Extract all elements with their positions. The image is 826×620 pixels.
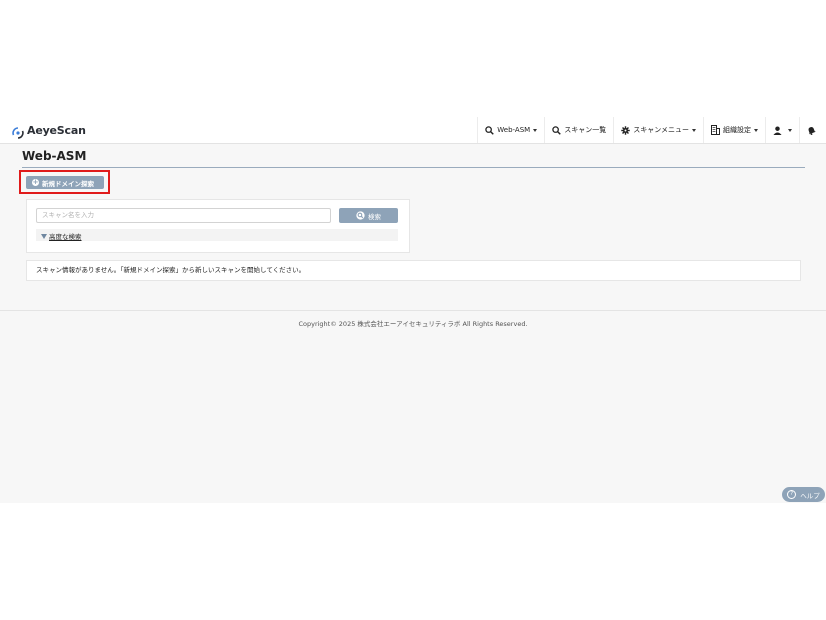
app-window: AeyeScan Web-ASM スキャン一覧 スキャンメニュー 組織設定 We… <box>0 117 826 503</box>
gear-icon <box>621 125 630 135</box>
footer-divider <box>0 310 826 311</box>
nav-item-org-settings[interactable]: 組織設定 <box>703 117 765 143</box>
highlight-box: + 新規ドメイン探索 <box>19 170 110 194</box>
top-navbar: AeyeScan Web-ASM スキャン一覧 スキャンメニュー 組織設定 <box>0 117 826 144</box>
chevron-down-icon <box>692 128 696 132</box>
logo-icon <box>12 124 24 139</box>
triangle-down-icon <box>41 233 47 239</box>
nav-item-scan-list[interactable]: スキャン一覧 <box>544 117 613 143</box>
advanced-search-label: 高度な検索 <box>49 233 82 241</box>
help-label: ヘルプ <box>800 491 820 500</box>
empty-state-message: スキャン情報がありません。「新規ドメイン探索」から新しいスキャンを開始してくださ… <box>26 260 801 281</box>
search-icon <box>356 211 365 220</box>
nav-item-user-menu[interactable] <box>765 117 799 143</box>
nav-item-label: Web-ASM <box>497 126 531 134</box>
title-divider <box>22 167 805 168</box>
brand-logo[interactable]: AeyeScan <box>12 123 86 139</box>
nav-item-label: スキャンメニュー <box>633 126 689 134</box>
nav-item-scan-menu[interactable]: スキャンメニュー <box>613 117 703 143</box>
plus-circle-icon: + <box>32 178 39 186</box>
nav-item-notifications[interactable] <box>799 117 826 143</box>
page-title: Web-ASM <box>22 149 87 163</box>
new-domain-search-label: 新規ドメイン探索 <box>42 179 94 188</box>
search-button-label: 検索 <box>368 212 381 221</box>
search-icon <box>485 125 495 135</box>
bell-icon <box>808 126 816 135</box>
advanced-search-toggle[interactable]: 高度な検索 <box>41 231 82 241</box>
nav-item-label: スキャン一覧 <box>564 126 607 134</box>
chevron-down-icon <box>533 128 538 132</box>
brand-name: AeyeScan <box>27 123 86 137</box>
search-icon <box>552 125 561 135</box>
new-domain-search-button[interactable]: + 新規ドメイン探索 <box>26 176 104 189</box>
nav-item-label: 組織設定 <box>723 126 751 134</box>
footer-copyright: Copyright© 2025 株式会社エーアイセキュリティラボ All Rig… <box>298 320 528 328</box>
search-button[interactable]: 検索 <box>339 208 398 223</box>
chevron-down-icon <box>754 128 758 132</box>
question-circle-icon: ? <box>787 490 797 499</box>
nav-menu: Web-ASM スキャン一覧 スキャンメニュー 組織設定 <box>477 117 826 143</box>
building-icon <box>711 125 720 135</box>
search-panel: スキャン名を入力 検索 高度な検索 <box>26 199 410 253</box>
chevron-down-icon <box>788 128 792 132</box>
advanced-search-row: 高度な検索 <box>36 229 398 241</box>
user-icon <box>773 125 782 135</box>
help-button[interactable]: ? ヘルプ <box>782 487 825 502</box>
scan-name-search-input[interactable]: スキャン名を入力 <box>36 208 331 223</box>
nav-item-web-asm[interactable]: Web-ASM <box>477 117 544 143</box>
